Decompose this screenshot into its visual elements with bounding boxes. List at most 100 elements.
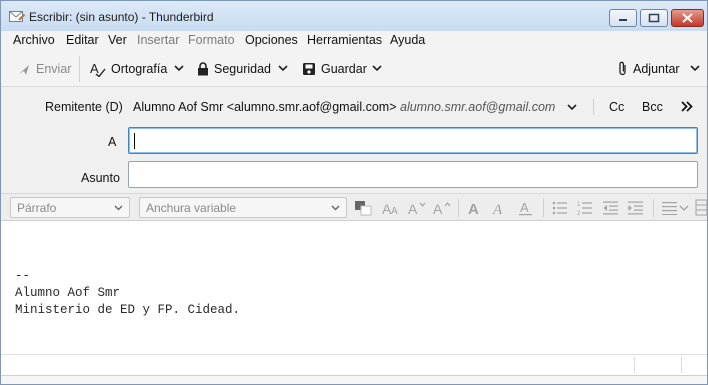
menu-bar: Archivo Editar Ver Insertar Formato Opci… [1,31,707,51]
security-label: Seguridad [214,62,271,76]
send-icon [19,64,29,75]
send-button[interactable]: Enviar [18,60,71,78]
compose-header: Remitente (D) Alumno Aof Smr <alumno.smr… [1,87,707,193]
close-icon [682,13,693,23]
paragraph-format-select[interactable]: Párrafo [10,197,130,218]
svg-text:A: A [468,201,479,215]
bold-icon: A [468,201,479,215]
font-size-up-icon: A [433,201,451,215]
align-left-icon [662,201,677,215]
bold-button[interactable]: A [465,199,485,216]
close-button[interactable] [671,9,704,27]
svg-text:1: 1 [577,202,581,208]
to-field[interactable] [128,127,698,154]
menu-formato[interactable]: Formato [188,33,235,47]
status-divider [681,357,682,373]
minimize-icon [619,19,627,21]
from-label: Remitente (D) [45,100,123,114]
color-swatch-icon [355,200,372,215]
save-button[interactable]: Guardar [302,60,367,78]
from-dropdown-chevron-icon[interactable] [566,101,578,113]
svg-text:A: A [408,201,418,215]
svg-text:A: A [433,201,443,215]
save-dropdown-chevron-icon[interactable] [371,62,383,74]
attach-label: Adjuntar [633,62,680,76]
send-label: Enviar [36,62,72,76]
numbered-list-icon: 12 [577,202,592,216]
menu-archivo[interactable]: Archivo [13,33,55,47]
svg-text:A: A [520,200,529,215]
cc-button[interactable]: Cc [609,100,624,114]
paragraph-format-value: Párrafo [17,201,57,215]
from-alias: alumno.smr.aof@gmail.com [400,100,556,114]
font-family-select[interactable]: Anchura variable [139,197,347,218]
align-button[interactable] [660,199,680,216]
signature-organization: Ministerio de ED y FP. Cidead. [15,303,241,317]
to-label: A [108,135,117,149]
maximize-button[interactable] [640,9,668,27]
italic-icon: A [492,202,503,215]
menu-ver[interactable]: Ver [108,33,127,47]
menu-herramientas[interactable]: Herramientas [307,33,382,47]
status-divider [634,357,635,373]
security-button[interactable]: Seguridad [197,60,271,78]
minimize-button[interactable] [609,9,637,27]
outdent-button[interactable] [601,199,621,216]
more-fields-chevron-icon[interactable] [680,100,694,113]
header-separator [593,99,594,115]
security-dropdown-chevron-icon[interactable] [277,62,289,74]
align-dropdown-chevron-icon[interactable] [679,204,689,212]
font-size-down-icon: A [408,201,426,215]
font-family-value: Anchura variable [146,201,237,215]
indent-button[interactable] [626,199,646,216]
attach-dropdown-chevron-icon[interactable] [689,62,701,74]
lock-icon [198,62,208,76]
bcc-button[interactable]: Bcc [642,100,663,114]
font-size-up-button[interactable]: A [432,199,452,216]
spelling-button[interactable]: A Ortografía [90,60,167,78]
svg-text:A: A [391,206,398,215]
svg-text:A: A [492,202,503,215]
text-caret [134,133,135,149]
smaller-font-button[interactable]: AA [381,199,401,216]
text-color-button[interactable] [353,199,373,216]
underline-button[interactable]: A [516,199,536,216]
subject-input[interactable] [129,162,697,187]
paperclip-icon [619,61,626,76]
menu-editar[interactable]: Editar [66,33,99,47]
toolbar-separator [79,56,80,82]
attach-button[interactable]: Adjuntar [617,60,680,78]
spelling-label: Ortografía [111,62,168,76]
menu-ayuda[interactable]: Ayuda [390,33,425,47]
save-icon [303,63,315,75]
underline-icon: A [519,200,532,215]
bottom-edge [1,375,707,384]
menu-insertar[interactable]: Insertar [137,33,179,47]
envelope-pencil-icon [9,11,25,22]
spellcheck-icon: A [90,62,106,77]
to-input[interactable] [129,128,697,153]
signature-separator: -- [15,269,31,283]
message-body[interactable]: -- Alumno Aof Smr Ministerio de ED y FP.… [1,221,707,355]
svg-text:A: A [90,62,99,76]
bullet-list-button[interactable] [550,199,570,216]
subject-label: Asunto [81,171,120,185]
svg-text:2: 2 [577,211,581,216]
indent-icon [628,201,643,214]
numbered-list-button[interactable]: 12 [575,199,595,216]
save-label: Guardar [321,62,367,76]
italic-button[interactable]: A [490,199,510,216]
menu-opciones[interactable]: Opciones [245,33,298,47]
format-separator [653,199,654,217]
font-size-down-button[interactable]: A [407,199,427,216]
spelling-dropdown-chevron-icon[interactable] [173,62,185,74]
format-toolbar: Párrafo Anchura variable AA A A A A A 12 [1,193,707,221]
bullet-list-icon [552,201,567,214]
table-icon[interactable] [695,199,707,216]
signature-name: Alumno Aof Smr [15,286,121,300]
from-identity-select[interactable]: Alumno Aof Smr <alumno.smr.aof@gmail.com… [133,100,397,114]
format-separator [543,199,544,217]
format-separator [458,199,459,217]
chevron-down-icon [114,205,123,211]
subject-field[interactable] [128,161,698,188]
